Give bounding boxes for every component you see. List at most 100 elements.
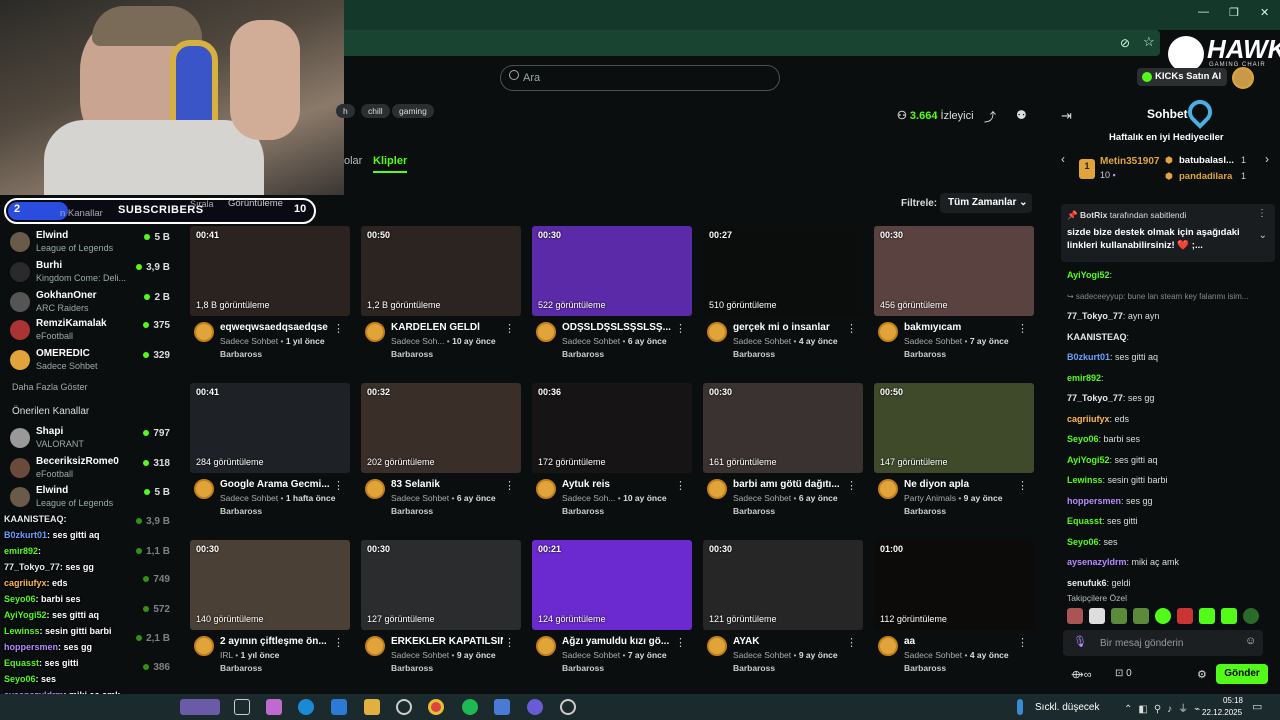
clip-title[interactable]: Ne diyon apla bbox=[904, 479, 1016, 490]
more-options-icon[interactable]: ⋮ bbox=[846, 479, 857, 492]
clip-card[interactable]: 00:50 1,2 B görüntüleme KARDELEN GELDİ Sade… bbox=[361, 226, 521, 361]
clip-thumbnail[interactable]: 00:36 172 görüntüleme bbox=[532, 383, 692, 473]
clip-channel[interactable]: Barbaross bbox=[562, 349, 604, 359]
sort-dropdown[interactable]: Görüntüleme bbox=[228, 198, 283, 209]
chat-username[interactable]: aysenazyldrm bbox=[1067, 557, 1127, 567]
clip-category[interactable]: Sadece Sohbet bbox=[391, 493, 449, 503]
app-icon[interactable] bbox=[494, 699, 510, 715]
clip-category[interactable]: Sadece Sohbet bbox=[391, 650, 449, 660]
gifters-prev-icon[interactable]: ‹ bbox=[1061, 152, 1065, 166]
clip-title[interactable]: eqweqwsaedqsaedqse bbox=[220, 322, 332, 333]
clip-card[interactable]: 00:27 510 görüntüleme gerçek mi o insanlar… bbox=[703, 226, 863, 361]
avatar[interactable] bbox=[878, 322, 898, 342]
clip-card[interactable]: 00:21 124 görüntüleme Ağzı yamuldu kızı gö… bbox=[532, 540, 692, 675]
settings-icon[interactable]: ⚙ bbox=[1197, 668, 1207, 681]
clip-thumbnail[interactable]: 00:32 202 görüntüleme bbox=[361, 383, 521, 473]
bookmark-star-icon[interactable]: ☆ bbox=[1143, 34, 1155, 50]
hide-icon[interactable]: ⊘ bbox=[1120, 36, 1130, 50]
clip-category[interactable]: Party Animals bbox=[904, 493, 956, 503]
clip-category[interactable]: Sadece Sohbet bbox=[904, 336, 962, 346]
clip-category[interactable]: Sadece Sohbet bbox=[562, 336, 620, 346]
avatar[interactable] bbox=[194, 322, 214, 342]
clip-channel[interactable]: Barbaross bbox=[220, 506, 262, 516]
clip-card[interactable]: 00:32 202 görüntüleme 83 Selanik Sadece Soh… bbox=[361, 383, 521, 518]
avatar[interactable] bbox=[536, 322, 556, 342]
chat-username[interactable]: cagriiufyx bbox=[1067, 414, 1110, 424]
obs-icon[interactable] bbox=[560, 699, 576, 715]
more-options-icon[interactable]: ⋮ bbox=[846, 322, 857, 335]
more-options-icon[interactable]: ⋮ bbox=[675, 636, 686, 649]
restore-button[interactable]: ❐ bbox=[1229, 6, 1239, 19]
share-icon[interactable]: ⤴ bbox=[984, 108, 996, 125]
chat-username[interactable]: senufuk6 bbox=[1067, 578, 1107, 588]
clip-thumbnail[interactable]: 00:30 522 görüntüleme bbox=[532, 226, 692, 316]
clip-card[interactable]: 01:00 112 görüntüleme aa Sadece Sohbet • 4 … bbox=[874, 540, 1034, 675]
clip-title[interactable]: aa bbox=[904, 636, 1016, 647]
tag-chip[interactable]: gaming bbox=[392, 104, 434, 118]
filter-dropdown[interactable]: Tüm Zamanlar ⌄ bbox=[940, 193, 1032, 213]
chrome-icon[interactable] bbox=[428, 699, 444, 715]
emote[interactable] bbox=[1067, 608, 1083, 624]
weather-text[interactable]: Sıckl. düşecek bbox=[1035, 702, 1099, 713]
edge-icon[interactable] bbox=[298, 699, 314, 715]
notification-icon[interactable]: ▭ bbox=[1252, 700, 1262, 713]
follow-user-icon[interactable]: ⚉ bbox=[1016, 108, 1027, 122]
clip-title[interactable]: 2 ayının çiftleşme ön... bbox=[220, 636, 332, 647]
avatar[interactable] bbox=[365, 479, 385, 499]
emoji-icon[interactable]: ☺ bbox=[1245, 635, 1256, 647]
gifter-name[interactable]: pandadilara bbox=[1179, 171, 1232, 182]
clock-date[interactable]: 22.12.2025 bbox=[1202, 708, 1242, 717]
gifter-name[interactable]: batubalasl... bbox=[1179, 155, 1234, 166]
clock-time[interactable]: 05:18 bbox=[1213, 696, 1243, 705]
more-options-icon[interactable]: ⋮ bbox=[675, 479, 686, 492]
chat-username[interactable]: Lewinss bbox=[1067, 475, 1103, 485]
chat-input[interactable]: 🎙 Bir mesaj gönderin ☺ bbox=[1063, 630, 1263, 656]
minimize-button[interactable]: — bbox=[1198, 6, 1209, 18]
chat-username[interactable]: Equasst bbox=[1067, 516, 1102, 526]
gifters-next-icon[interactable]: › bbox=[1265, 152, 1269, 166]
clip-title[interactable]: ERKEKLER KAPATILSIN bbox=[391, 636, 503, 647]
emote[interactable] bbox=[1177, 608, 1193, 624]
sidebar-channel[interactable]: Shapi VALORANT 797 bbox=[8, 424, 178, 452]
task-view-icon[interactable] bbox=[234, 699, 250, 715]
clip-title[interactable]: barbi amı götü dağıtı... bbox=[733, 479, 845, 490]
emote[interactable] bbox=[1243, 608, 1259, 624]
microphone-icon[interactable]: 🎙 bbox=[1073, 635, 1087, 648]
clip-category[interactable]: Sadece Sohbet bbox=[904, 650, 962, 660]
clip-thumbnail[interactable]: 00:50 147 görüntüleme bbox=[874, 383, 1034, 473]
chat-username[interactable]: Seyo06 bbox=[1067, 434, 1099, 444]
clip-card[interactable]: 00:30 456 görüntüleme bakmıyıcam Sadece Soh… bbox=[874, 226, 1034, 361]
xbox-icon[interactable] bbox=[396, 699, 412, 715]
clip-title[interactable]: Ağzı yamuldu kızı gö... bbox=[562, 636, 674, 647]
clip-card[interactable]: 00:30 127 görüntüleme ERKEKLER KAPATILSIN S… bbox=[361, 540, 521, 675]
loyalty-icon[interactable]: ⟴∞ bbox=[1071, 668, 1092, 681]
clip-channel[interactable]: Barbaross bbox=[391, 506, 433, 516]
more-options-icon[interactable]: ⋮ bbox=[504, 636, 515, 649]
avatar[interactable] bbox=[365, 636, 385, 656]
sidebar-channel[interactable]: GokhanOner ARC Raiders 2 B bbox=[8, 288, 178, 316]
chat-username[interactable]: 77_Tokyo_77 bbox=[1067, 311, 1123, 321]
clip-channel[interactable]: Barbaross bbox=[904, 506, 946, 516]
chevron-down-icon[interactable]: ⌄ bbox=[1259, 230, 1267, 241]
clip-channel[interactable]: Barbaross bbox=[733, 349, 775, 359]
clip-title[interactable]: KARDELEN GELDİ bbox=[391, 322, 503, 333]
clip-card[interactable]: 00:41 284 görüntüleme Google Arama Gecmi..… bbox=[190, 383, 350, 518]
clip-category[interactable]: Sadece Sohbet bbox=[220, 336, 278, 346]
chat-username[interactable]: Seyo06 bbox=[1067, 537, 1099, 547]
taskbar-widget-icon[interactable] bbox=[180, 699, 220, 715]
more-options-icon[interactable]: ⋮ bbox=[504, 322, 515, 335]
avatar[interactable] bbox=[707, 322, 727, 342]
chat-username[interactable]: 77_Tokyo_77 bbox=[1067, 393, 1123, 403]
clip-thumbnail[interactable]: 00:41 284 görüntüleme bbox=[190, 383, 350, 473]
sidebar-channel[interactable]: BeceriksizRome0 eFootball 318 bbox=[8, 454, 178, 482]
avatar[interactable] bbox=[707, 636, 727, 656]
clip-thumbnail[interactable]: 00:21 124 görüntüleme bbox=[532, 540, 692, 630]
chat-username[interactable]: hoppersmen bbox=[1067, 496, 1121, 506]
clip-channel[interactable]: Barbaross bbox=[220, 663, 262, 673]
clip-card[interactable]: 00:50 147 görüntüleme Ne diyon apla Party A… bbox=[874, 383, 1034, 518]
clip-card[interactable]: 00:30 121 görüntüleme AYAK Sadece Sohbet • … bbox=[703, 540, 863, 675]
close-button[interactable]: ✕ bbox=[1260, 6, 1269, 19]
avatar[interactable] bbox=[536, 636, 556, 656]
more-options-icon[interactable]: ⋮ bbox=[333, 322, 344, 335]
sidebar-channel[interactable]: RemziKamalak eFootball 375 bbox=[8, 316, 178, 344]
